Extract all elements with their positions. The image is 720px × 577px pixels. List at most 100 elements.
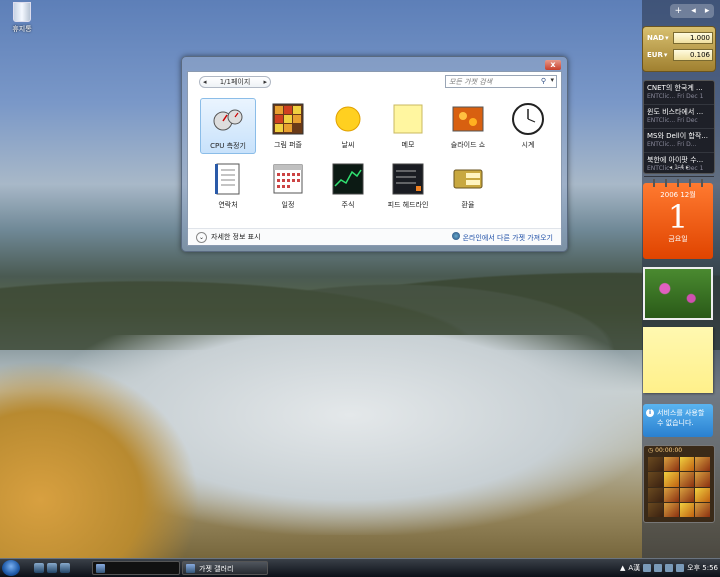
search-input[interactable]: 모든 가젯 검색 ⚲ ▾: [445, 75, 557, 88]
feed-item[interactable]: 윈도 비스타에서 ... ENTClic... Fri Dec: [644, 105, 714, 129]
search-placeholder: 모든 가젯 검색: [449, 77, 493, 86]
pager-prev-button[interactable]: ◂: [203, 78, 207, 86]
pager-next-button[interactable]: ▸: [263, 78, 267, 86]
search-icon[interactable]: ⚲: [541, 77, 546, 85]
quick-launch: [34, 563, 70, 573]
feed-headlines-gadget: CNET의 한국계 ... ENTClic... Fri Dec 1 윈도 비스…: [643, 80, 715, 177]
gadget-label: 주식: [341, 201, 355, 209]
gadget-contacts[interactable]: 연락처: [200, 158, 256, 214]
globe-icon: [451, 231, 460, 240]
calendar-icon: [273, 164, 303, 194]
gadget-gallery-window: x ◂ 1/1페이지 ▸ 모든 가젯 검색 ⚲ ▾ CPU 측정기 그림 퍼즐 …: [181, 56, 568, 252]
clock-icon: [512, 103, 544, 135]
gadget-label: 날씨: [341, 141, 355, 149]
calendar-day: 1: [667, 198, 689, 236]
calendar-rings: [653, 179, 703, 187]
chevron-down-icon: ⌄: [196, 231, 207, 243]
service-message: 서비스를 사용할 수 없습니다.: [657, 409, 705, 427]
picture-puzzle-gadget[interactable]: ◷ 00:00:00: [643, 445, 715, 523]
currency-code[interactable]: NAD: [647, 34, 664, 42]
feed-item-title: MS와 Dell이 합작...: [647, 132, 708, 140]
add-gadget-button[interactable]: +: [675, 6, 683, 16]
help-icon[interactable]: [643, 564, 652, 572]
recycle-bin[interactable]: 휴지통: [6, 2, 38, 34]
feed-item[interactable]: MS와 Dell이 합작... ENTClic... Fri D...: [644, 129, 714, 153]
weather-icon: [335, 106, 361, 132]
gadget-weather[interactable]: 날씨: [320, 98, 376, 154]
chevron-down-icon: ▾: [665, 34, 669, 42]
details-toggle[interactable]: ⌄ 자세한 정보 표시: [196, 231, 261, 243]
feed-item[interactable]: CNET의 한국계 ... ENTClic... Fri Dec 1: [644, 81, 714, 105]
gallery-footer: ⌄ 자세한 정보 표시 온라인에서 다른 가젯 가져오기: [188, 228, 561, 245]
currency-row: NAD ▾ 1.000: [647, 31, 713, 45]
gadget-calendar[interactable]: 일정: [260, 158, 316, 214]
feed-item-title: 윈도 비스타에서 ...: [647, 108, 704, 116]
currency-icon: [453, 169, 483, 189]
show-desktop-icon[interactable]: [34, 563, 44, 573]
calendar-weekday: 금요일: [668, 235, 688, 243]
slide-show-gadget[interactable]: [643, 267, 713, 320]
system-tray: ▲ A漢 오후 5:56: [620, 559, 718, 577]
puzzle-time: 00:00:00: [655, 447, 683, 454]
puzzle-tiles[interactable]: [648, 457, 710, 517]
cpu-meter-icon: [213, 109, 243, 131]
currency-row: EUR ▾ 0.106: [647, 48, 713, 62]
gadget-notes[interactable]: 메모: [380, 98, 436, 154]
taskbar-gallery-label: 가젯 갤러리: [199, 565, 234, 573]
details-label: 자세한 정보 표시: [211, 232, 261, 241]
service-unavailable-gadget: i 서비스를 사용할 수 없습니다.: [643, 404, 713, 437]
switch-windows-icon[interactable]: [47, 563, 57, 573]
gadget-gallery-icon: [186, 564, 195, 573]
close-button[interactable]: x: [545, 60, 561, 70]
currency-gadget[interactable]: NAD ▾ 1.000 EUR ▾ 0.106: [642, 26, 716, 72]
gadget-label: 메모: [401, 141, 415, 149]
gadget-label: 그림 퍼즐: [274, 141, 302, 149]
gadget-label: 환율: [461, 201, 475, 209]
sidebar-prev-button[interactable]: ◂: [691, 6, 696, 16]
feed-item-source: ENTClic...: [647, 141, 676, 148]
start-button[interactable]: [2, 560, 20, 576]
recycle-bin-icon: [13, 2, 31, 22]
internet-explorer-icon[interactable]: [60, 563, 70, 573]
pager: ◂ 1/1페이지 ▸: [199, 76, 271, 88]
volume-icon[interactable]: [665, 564, 674, 572]
recycle-bin-label: 휴지통: [12, 25, 32, 33]
feed-item-date: Fri D...: [677, 141, 697, 148]
security-icon[interactable]: [676, 564, 685, 572]
stocks-icon: [332, 163, 364, 195]
calendar-gadget[interactable]: 2006 12월 1 금요일: [643, 179, 713, 259]
currency-value[interactable]: 1.000: [673, 32, 713, 44]
gadget-slide-show[interactable]: 슬라이드 쇼: [440, 98, 496, 154]
gadget-label: 시계: [521, 141, 535, 149]
gadget-cpu-meter[interactable]: CPU 측정기: [200, 98, 256, 154]
feed-item-source: ENTClic...: [647, 117, 676, 124]
gadget-label: CPU 측정기: [210, 142, 246, 150]
taskbar-window-button[interactable]: [92, 561, 180, 575]
taskbar-gadget-gallery-button[interactable]: 가젯 갤러리: [182, 561, 268, 575]
online-gadgets-link[interactable]: 온라인에서 다른 가젯 가져오기: [451, 231, 553, 243]
gadget-clock[interactable]: 시계: [500, 98, 556, 154]
language-icon[interactable]: ▲: [620, 564, 625, 572]
gadget-stocks[interactable]: 주식: [320, 158, 376, 214]
clock[interactable]: 오후 5:56: [687, 563, 718, 573]
ime-indicator[interactable]: A漢: [628, 563, 640, 573]
currency-code[interactable]: EUR: [647, 51, 663, 59]
search-dropdown-icon[interactable]: ▾: [550, 76, 554, 84]
sidebar-next-button[interactable]: ▸: [705, 6, 710, 16]
taskbar: 가젯 갤러리 ▲ A漢 오후 5:56: [0, 558, 720, 577]
picture-puzzle-icon: [272, 103, 304, 135]
gallery-content: ◂ 1/1페이지 ▸ 모든 가젯 검색 ⚲ ▾ CPU 측정기 그림 퍼즐 날씨…: [187, 71, 562, 246]
gadget-feed-headlines[interactable]: 피드 헤드라인: [380, 158, 436, 214]
feed-item-date: Fri Dec: [677, 117, 698, 124]
notes-gadget[interactable]: [643, 327, 713, 393]
gadget-picture-puzzle[interactable]: 그림 퍼즐: [260, 98, 316, 154]
feed-item-title: CNET의 한국계 ...: [647, 84, 703, 92]
gadget-label: 연락처: [218, 201, 238, 209]
currency-value[interactable]: 0.106: [673, 49, 713, 61]
network-icon[interactable]: [654, 564, 663, 572]
feed-pager[interactable]: ◂ 1-4 ▸: [644, 164, 714, 171]
gadget-currency[interactable]: 환율: [440, 158, 496, 214]
sidebar-controls: + ◂ ▸: [670, 4, 714, 18]
feed-headlines-icon: [392, 163, 424, 195]
feed-page: 1-4: [674, 164, 684, 171]
